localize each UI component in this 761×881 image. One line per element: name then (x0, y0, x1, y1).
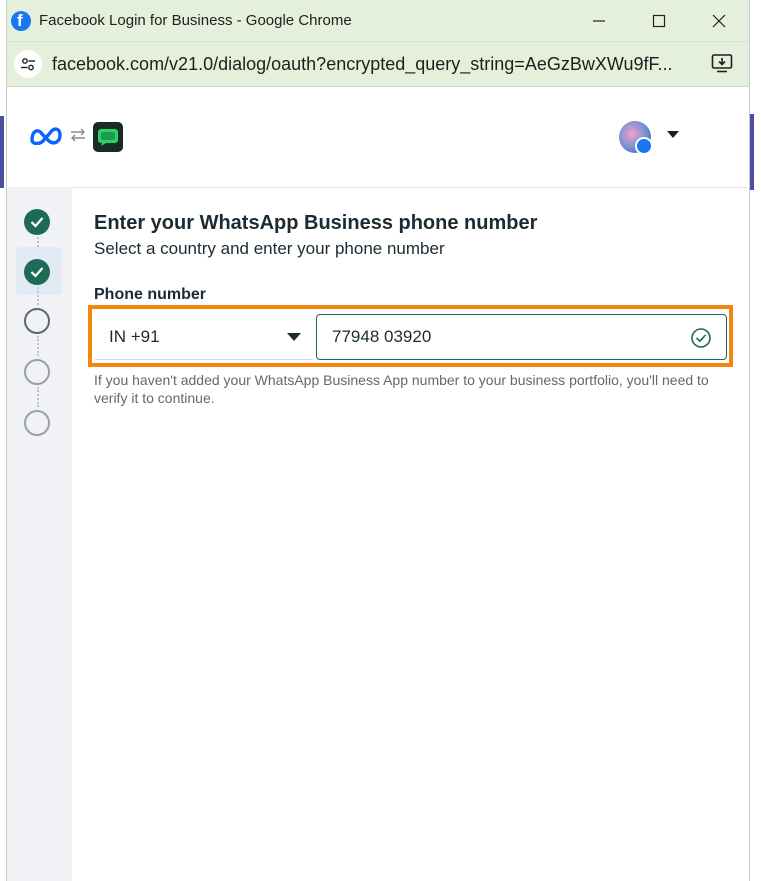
popup-window: f Facebook Login for Business - Google C… (6, 0, 750, 881)
phone-number-value: 77948 03920 (332, 327, 432, 346)
step-4-pending-icon (24, 359, 50, 385)
progress-steps (7, 187, 72, 881)
step-1-complete-icon (24, 209, 50, 235)
close-button[interactable] (689, 0, 749, 41)
country-code-value: IN +91 (109, 326, 160, 346)
maximize-button[interactable] (629, 0, 689, 41)
caret-down-icon[interactable] (667, 131, 679, 138)
step-connector (37, 287, 41, 305)
step-connector (37, 387, 41, 407)
dialog-header (7, 87, 749, 188)
minimize-button[interactable] (569, 0, 629, 41)
background-accent-bar-left (0, 116, 4, 188)
maximize-icon (652, 14, 666, 27)
address-bar: facebook.com/v21.0/dialog/oauth?encrypte… (7, 42, 749, 87)
phone-number-label: Phone number (94, 286, 207, 303)
step-connector (37, 336, 41, 356)
swap-arrows-icon (69, 127, 87, 148)
url-text[interactable]: facebook.com/v21.0/dialog/oauth?encrypte… (52, 54, 673, 75)
install-app-icon[interactable] (711, 53, 733, 78)
window-title: Facebook Login for Business - Google Chr… (39, 12, 352, 29)
window-controls (569, 0, 749, 41)
title-bar[interactable]: f Facebook Login for Business - Google C… (7, 0, 749, 42)
country-code-select[interactable]: IN +91 (95, 314, 313, 360)
page-subtitle: Select a country and enter your phone nu… (94, 239, 445, 258)
step-2-complete-icon (24, 259, 50, 285)
helper-text: If you haven't added your WhatsApp Busin… (94, 372, 709, 406)
dropdown-caret-icon (287, 333, 301, 341)
meta-logo-icon (29, 125, 63, 150)
minimize-icon (593, 19, 605, 22)
step-5-pending-icon (24, 410, 50, 436)
dialog-content: Enter your WhatsApp Business phone numbe… (7, 187, 749, 881)
close-icon (712, 14, 726, 27)
step-3-pending-icon (24, 308, 50, 334)
whatsapp-app-icon (93, 122, 123, 152)
page-title: Enter your WhatsApp Business phone numbe… (94, 212, 538, 234)
facebook-badge-icon (635, 137, 653, 155)
phone-number-input[interactable]: 77948 03920 (316, 314, 727, 360)
step-connector (37, 237, 41, 247)
valid-check-icon (690, 327, 712, 354)
site-settings-icon[interactable] (14, 50, 42, 78)
facebook-icon: f (11, 10, 31, 31)
